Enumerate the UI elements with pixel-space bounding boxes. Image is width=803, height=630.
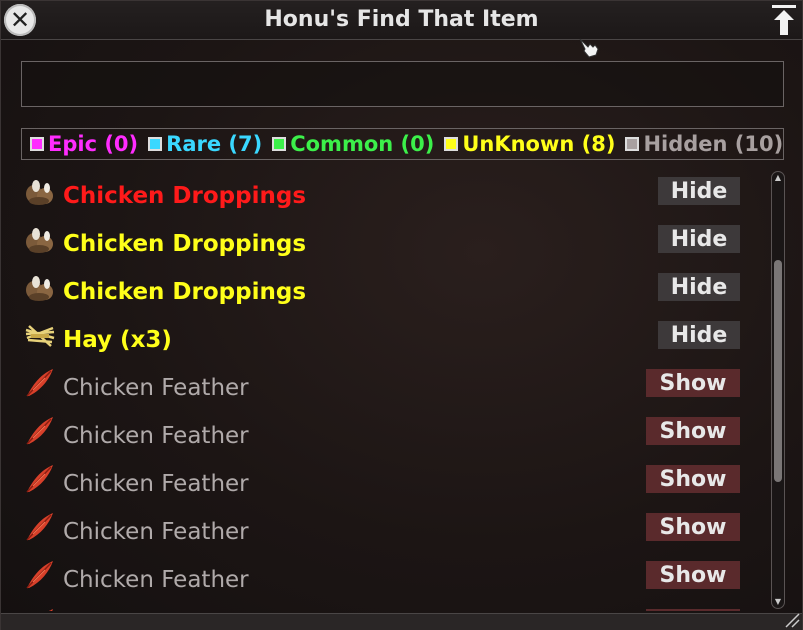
filter-checkbox[interactable] [272,137,287,151]
resize-grip-icon[interactable] [784,612,800,628]
filter-label: Epic (0) [48,132,139,156]
show-button[interactable]: Show [646,369,740,397]
item-row: Chicken Droppings Hide [21,171,771,219]
filter-label: Common (0) [290,132,435,156]
item-name: Hay (x3) [63,327,172,353]
filter-label: Rare (7) [166,132,263,156]
show-button[interactable]: Show [646,465,740,493]
scroll-up-arrow-icon[interactable]: ▲ [772,173,784,183]
search-input[interactable] [21,61,784,107]
window-title: Honu's Find That Item [264,7,539,32]
filter-checkbox[interactable] [148,137,163,151]
item-name: Chicken Feather [63,519,249,545]
feather-icon [23,606,57,611]
filter-unknown[interactable]: UnKnown (8) [444,132,615,156]
filter-checkbox[interactable] [625,137,640,151]
item-name: Chicken Droppings [63,279,307,305]
scrollbar[interactable]: ▲ ▼ [771,171,785,609]
item-row: Hay (x3) Hide [21,315,771,363]
filter-checkbox[interactable] [444,137,459,151]
filter-common[interactable]: Common (0) [272,132,434,156]
show-button[interactable]: Show [646,561,740,589]
hide-button[interactable]: Hide [658,177,740,205]
item-name: Chicken Feather [63,375,249,401]
hide-button[interactable]: Hide [658,273,740,301]
hand-cursor-icon [579,38,599,58]
droppings-icon [23,222,57,256]
window-footer [1,613,802,630]
feather-icon [23,558,57,592]
hay-icon [23,318,57,352]
item-name: Chicken Droppings [63,231,307,257]
item-row: Chicken Feather Show [21,363,771,411]
hide-button[interactable]: Hide [658,225,740,253]
scrollbar-thumb[interactable] [774,260,782,482]
feather-icon [23,462,57,496]
item-row: Chicken Droppings Hide [21,267,771,315]
item-row: Chicken Feather Show [21,411,771,459]
filter-hidden[interactable]: Hidden (10) [625,132,783,156]
droppings-icon [23,270,57,304]
droppings-icon [23,174,57,208]
filter-checkbox[interactable] [30,137,44,151]
feather-icon [23,414,57,448]
item-name: Chicken Droppings [63,183,307,209]
item-name: Chicken Feather [63,471,249,497]
item-list: Chicken Droppings Hide Chicken Droppings Hi… [21,171,771,611]
show-button[interactable] [646,609,740,611]
rarity-filter-bar: Epic (0) Rare (7) Common (0) UnKnown (8) Hid… [21,128,784,160]
item-row: Chicken Feather Show [21,507,771,555]
item-name: Chicken Feather [63,567,249,593]
title-bar[interactable]: ✕ Honu's Find That Item [1,1,802,40]
feather-icon [23,510,57,544]
pin-to-top-button[interactable] [770,3,798,37]
filter-epic[interactable]: Epic (0) [30,132,138,156]
pin-top-icon [772,5,796,35]
find-item-window: ✕ Honu's Find That Item Epic (0) Rare (7)… [0,0,803,630]
filter-rare[interactable]: Rare (7) [148,132,262,156]
show-button[interactable]: Show [646,513,740,541]
filter-label: Hidden (10) [643,132,784,156]
item-row: Chicken Feather Show [21,555,771,603]
item-row [21,603,771,611]
hide-button[interactable]: Hide [658,321,740,349]
feather-icon [23,366,57,400]
scroll-down-arrow-icon[interactable]: ▼ [772,597,784,607]
filter-label: UnKnown (8) [462,132,616,156]
item-row: Chicken Feather Show [21,459,771,507]
item-name: Chicken Feather [63,423,249,449]
show-button[interactable]: Show [646,417,740,445]
item-row: Chicken Droppings Hide [21,219,771,267]
